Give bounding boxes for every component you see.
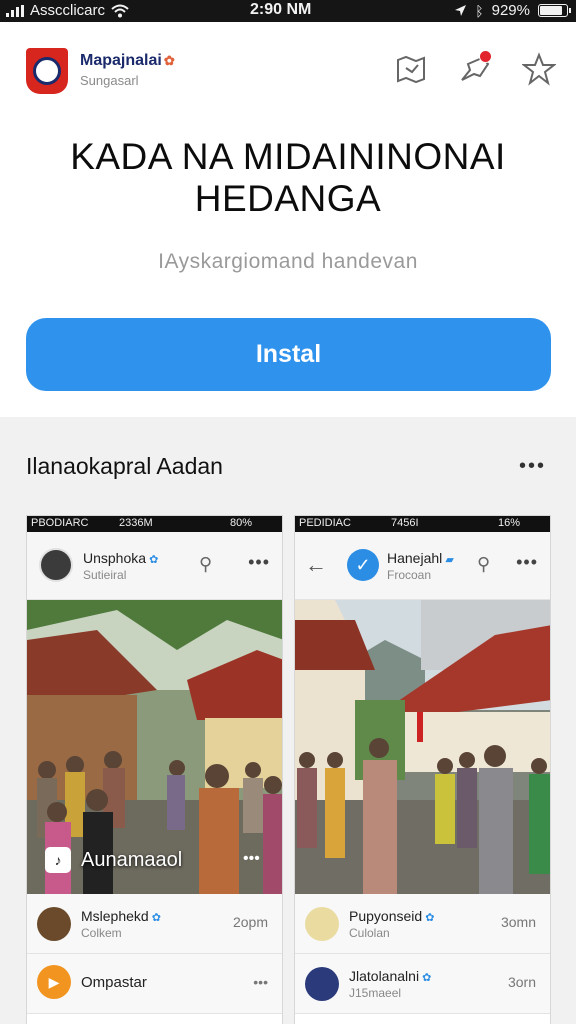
app-title: KADA NA MIDAININONAI HEDANGA <box>0 136 576 220</box>
screenshot-status-bar: PEDIDIAC 7456I 16% <box>295 516 550 532</box>
pin-icon[interactable]: ⚲ <box>199 554 212 575</box>
screenshot-battery: 80% <box>229 517 252 529</box>
village-photo <box>295 600 550 894</box>
screenshot-time: 2336M <box>119 517 153 529</box>
more-icon[interactable]: ••• <box>248 552 270 573</box>
village-photo: ♪ Aunamaaol ••• <box>27 600 282 894</box>
photo-more-icon[interactable]: ••• <box>243 850 260 868</box>
more-icon[interactable]: ••• <box>516 552 538 573</box>
verified-icon: ✿ <box>422 912 435 924</box>
flag-icon: ▰ <box>442 554 454 566</box>
star-icon[interactable] <box>521 52 557 86</box>
list-item[interactable]: Pupyonseid ✿ Culolan 3omn <box>295 894 550 954</box>
list-item-name: Ompastar <box>81 974 147 991</box>
screenshots-section: Ilanaokapral Aadan ••• PBODIARC 2336M 80… <box>0 417 576 1024</box>
cell-signal-icon <box>6 4 24 17</box>
verified-icon: ✿ <box>419 972 432 984</box>
flower-icon: ✿ <box>163 53 175 68</box>
list-item-sub: J15maeel <box>349 986 402 1000</box>
screenshot-1[interactable]: PBODIARC 2336M 80% Unsphoka ✿ Sutieiral … <box>26 515 283 1024</box>
battery-icon <box>538 4 571 17</box>
list-item-name: Mslephekd ✿ <box>81 908 161 924</box>
profile-name: Unsphoka ✿ <box>83 550 159 566</box>
list-item[interactable]: ▶ Ompastar ••• <box>27 954 282 1014</box>
screenshot-header: ← ✓ Hanejahl ▰ Frocoan ⚲ ••• <box>295 532 550 600</box>
avatar <box>39 548 73 582</box>
photo-caption: ♪ Aunamaaol <box>45 847 182 873</box>
wifi-icon <box>111 4 129 17</box>
screenshot-status-bar: PBODIARC 2336M 80% <box>27 516 282 532</box>
avatar <box>305 907 339 941</box>
screenshot-carrier: PBODIARC <box>31 517 89 529</box>
profile-sub: Sutieiral <box>83 568 127 582</box>
profile-sub: Frocoan <box>387 568 432 582</box>
section-title: Ilanaokapral Aadan <box>26 453 223 479</box>
pin-icon[interactable]: ⚲ <box>477 554 490 575</box>
install-button[interactable]: Instal <box>26 318 551 391</box>
screenshot-time: 7456I <box>391 517 419 529</box>
section-more-button[interactable]: ••• <box>519 455 546 478</box>
back-arrow-icon[interactable]: ← <box>305 552 327 578</box>
list-item[interactable]: Jlatolanalni ✿ J15maeel 3orn <box>295 954 550 1014</box>
list-item[interactable]: Mslephekd ✿ Colkem 2opm <box>27 894 282 954</box>
list-item-sub: Culolan <box>349 926 390 940</box>
brand-name: Mapajnalai <box>80 52 162 69</box>
screenshot-battery: 16% <box>497 517 520 529</box>
battery-percent: 929% <box>491 2 530 19</box>
verified-icon: ✿ <box>146 554 159 566</box>
list-item-name: Jlatolanalni ✿ <box>349 968 432 984</box>
clock: 2:90 NM <box>250 1 312 18</box>
caption-text: Aunamaaol <box>81 848 183 871</box>
tiktok-icon: ♪ <box>45 847 71 873</box>
list-item-more-icon[interactable]: ••• <box>253 974 268 990</box>
app-subtitle: IAyskargiomand handevan <box>158 250 418 273</box>
app-title-line1: KADA NA MIDAININONAI <box>70 136 506 177</box>
check-icon: ✓ <box>347 549 379 581</box>
app-header: Mapajnalai ✿ Sungasarl KADA NA MIDAININON… <box>0 22 576 417</box>
app-title-line2: HEDANGA <box>194 178 382 219</box>
status-bar: Asscclicarc 2:90 NM ᛒ 929% <box>0 0 576 22</box>
list-item-sub: Colkem <box>81 926 122 940</box>
verified-icon: ✿ <box>148 912 161 924</box>
list-item-time: 3orn <box>507 974 536 990</box>
avatar <box>37 907 71 941</box>
list-item-name: Pupyonseid ✿ <box>349 908 435 924</box>
avatar <box>305 967 339 1001</box>
play-icon[interactable]: ▶ <box>37 965 71 999</box>
screenshot-carrier: PEDIDIAC <box>299 517 351 529</box>
bluetooth-icon: ᛒ <box>475 2 484 19</box>
carrier-name: Asscclicarc <box>30 2 106 19</box>
list-item-time: 2opm <box>232 914 268 930</box>
list-item-time: 3omn <box>500 914 536 930</box>
map-icon[interactable] <box>394 52 428 86</box>
brand-subtitle: Sungasarl <box>80 73 139 88</box>
location-icon <box>455 5 467 16</box>
screenshot-header: Unsphoka ✿ Sutieiral ⚲ ••• <box>27 532 282 600</box>
app-logo <box>26 48 68 94</box>
brand: Mapajnalai ✿ Sungasarl <box>80 52 175 88</box>
screenshot-2[interactable]: PEDIDIAC 7456I 16% ← ✓ Hanejahl ▰ Frocoa… <box>294 515 551 1024</box>
profile-name: Hanejahl ▰ <box>387 550 454 566</box>
notification-badge <box>479 50 492 63</box>
share-icon[interactable] <box>458 50 492 86</box>
